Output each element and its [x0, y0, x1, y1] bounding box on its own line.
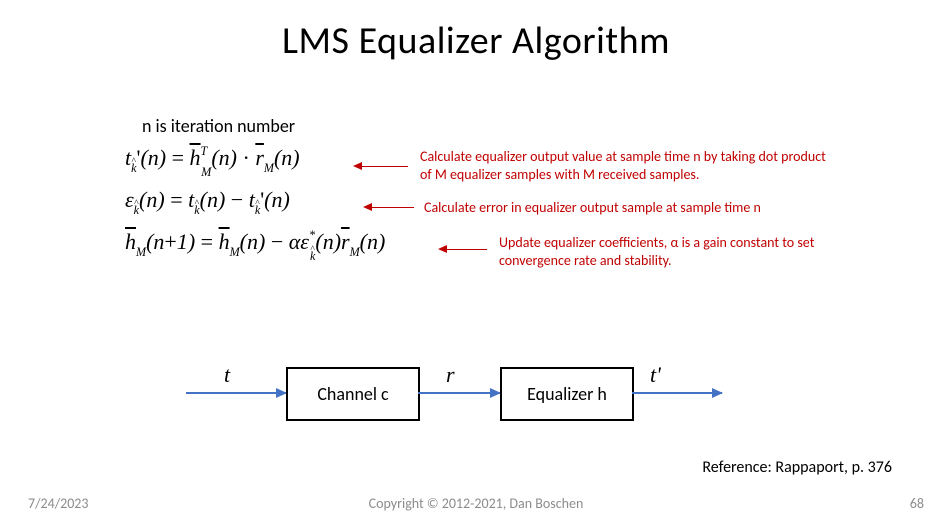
- equalizer-block: Equalizer h: [500, 367, 634, 421]
- reference-text: Reference: Rappaport, p. 376: [702, 458, 892, 477]
- arrow-icon: [438, 245, 447, 253]
- arrow-icon: [363, 203, 372, 211]
- channel-block: Channel c: [286, 367, 420, 421]
- signal-arrow: [418, 392, 500, 394]
- footer-page-number: 68: [910, 495, 924, 512]
- footer-copyright: Copyright © 2012-2021, Dan Boschen: [0, 495, 952, 512]
- signal-arrow: [186, 392, 286, 394]
- note-error: Calculate error in equalizer output samp…: [424, 199, 844, 217]
- equation-error: εk(n) = tk(n) − tk'(n): [125, 187, 385, 229]
- equalizer-label: Equalizer h: [527, 383, 607, 405]
- channel-label: Channel c: [317, 383, 388, 405]
- equation-output: tk'(n) = hTM(n) · rM(n): [125, 145, 385, 187]
- equation-update: hM(n+1) = hM(n) − αε*k(n)rM(n): [125, 229, 385, 271]
- iteration-note: n is iteration number: [142, 115, 295, 137]
- arrow-icon: [372, 207, 414, 208]
- note-output: Calculate equalizer output value at samp…: [420, 148, 840, 183]
- arrow-icon: [362, 166, 408, 167]
- signal-t-label: t: [224, 362, 230, 388]
- signal-tprime-label: t': [650, 362, 661, 388]
- signal-r-label: r: [446, 362, 455, 388]
- equation-block: tk'(n) = hTM(n) · rM(n) εk(n) = tk(n) − …: [125, 145, 385, 271]
- slide-footer: 7/24/2023 Copyright © 2012-2021, Dan Bos…: [0, 495, 952, 517]
- signal-arrow: [632, 392, 722, 394]
- arrow-head-icon: [712, 388, 723, 398]
- arrow-icon: [447, 249, 487, 250]
- arrow-icon: [353, 162, 362, 170]
- block-diagram: t Channel c r Equalizer h t': [0, 350, 952, 450]
- page-title: LMS Equalizer Algorithm: [0, 18, 952, 64]
- note-update: Update equalizer coefficients, α is a ga…: [499, 234, 819, 269]
